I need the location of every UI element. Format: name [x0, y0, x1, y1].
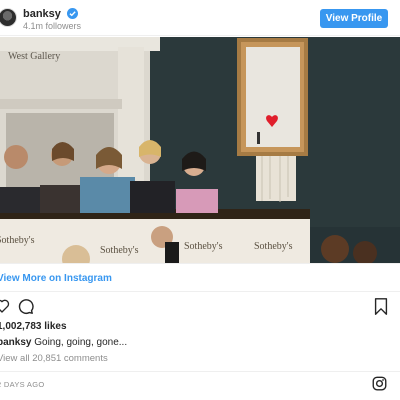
instagram-icon[interactable] — [372, 376, 387, 391]
divider — [0, 371, 400, 372]
caption-username[interactable]: banksy — [0, 337, 31, 348]
avatar[interactable] — [0, 8, 17, 27]
bookmark-icon[interactable] — [374, 298, 388, 315]
caption-text: Going, going, gone... — [31, 337, 128, 348]
post-header: banksy 4.1m followers View Profile — [0, 0, 400, 36]
view-more-link[interactable]: View More on Instagram — [0, 273, 112, 284]
podium-sign: Sotheby's — [184, 241, 223, 252]
wall-sign: West Gallery — [8, 51, 60, 62]
post-timestamp: 2 DAYS AGO — [0, 380, 45, 389]
post-photo[interactable]: West Gallery Sotheby's Sotheby's Sotheby… — [0, 37, 400, 263]
podium-sign: Sotheby's — [0, 235, 35, 246]
view-comments-link[interactable]: View all 20,851 comments — [0, 353, 108, 364]
username-link[interactable]: banksy — [23, 8, 61, 20]
divider — [0, 263, 400, 264]
follower-count: 4.1m followers — [23, 21, 82, 31]
comment-icon[interactable] — [17, 298, 34, 315]
action-bar — [0, 296, 400, 318]
auction-room-photo: West Gallery Sotheby's Sotheby's Sotheby… — [0, 37, 400, 263]
divider — [0, 291, 400, 292]
podium-sign: Sotheby's — [100, 245, 139, 256]
like-count[interactable]: 1,002,783 likes — [0, 321, 67, 332]
view-profile-button[interactable]: View Profile — [320, 9, 388, 28]
verified-badge-icon — [67, 8, 78, 19]
heart-icon[interactable] — [0, 298, 10, 314]
caption: banksy Going, going, gone... — [0, 337, 127, 348]
podium-sign: Sotheby's — [254, 241, 293, 252]
